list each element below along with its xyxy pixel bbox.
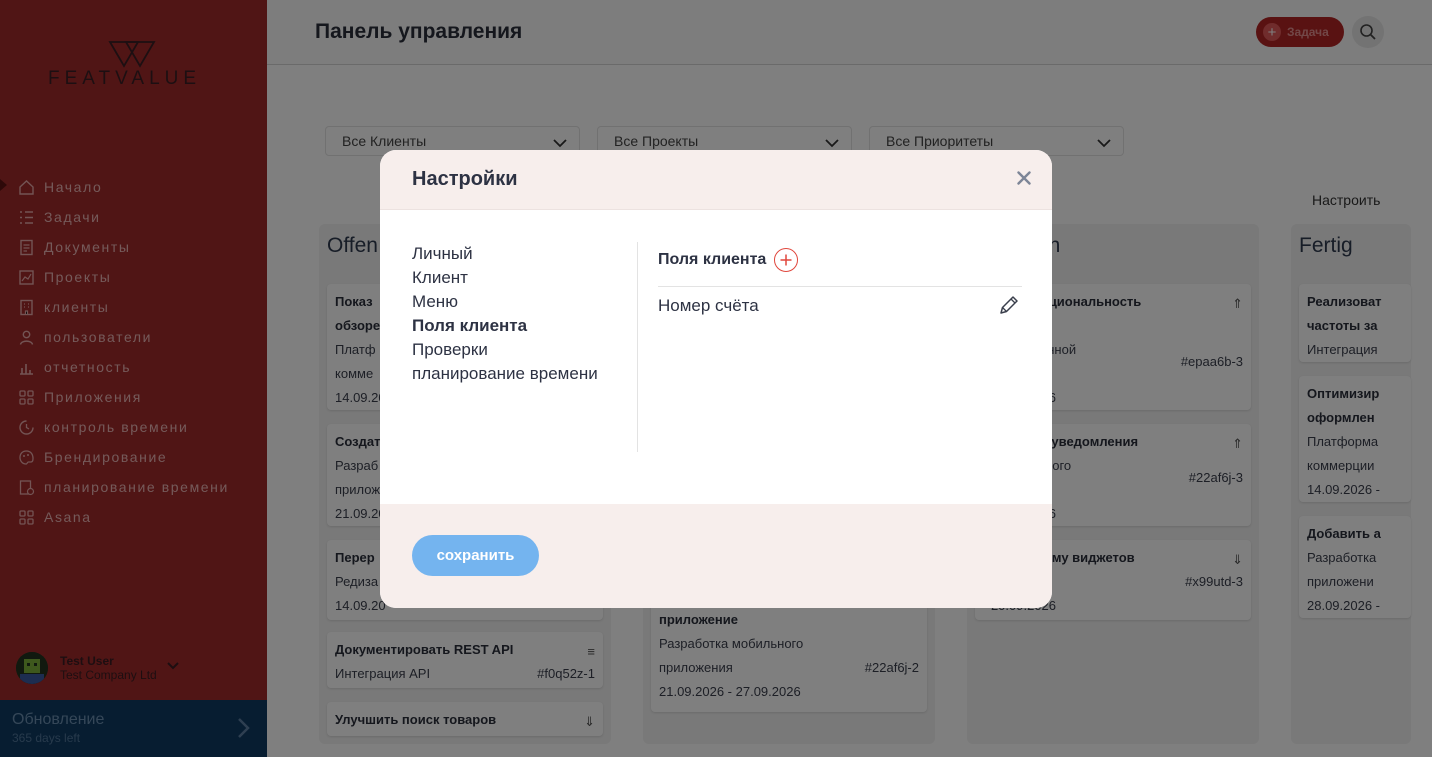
save-button[interactable]: сохранить [412, 535, 539, 576]
settings-modal: Настройки Личный Клиент Меню Поля клиент… [380, 150, 1052, 608]
settings-nav-client[interactable]: Клиент [412, 266, 638, 290]
close-button[interactable] [1012, 166, 1036, 190]
settings-nav-time-planning[interactable]: планирование времени [412, 362, 638, 386]
settings-nav-personal[interactable]: Личный [412, 242, 638, 266]
client-field-row: Номер счёта [658, 294, 1022, 320]
modal-footer: сохранить [380, 504, 1052, 608]
pencil-icon [1000, 296, 1018, 314]
settings-nav-menu[interactable]: Меню [412, 290, 638, 314]
client-fields-header: Поля клиента [658, 248, 799, 272]
section-title: Поля клиента [658, 251, 767, 268]
add-field-button[interactable] [774, 248, 799, 272]
settings-nav-client-fields[interactable]: Поля клиента [412, 314, 638, 338]
edit-field-button[interactable] [998, 294, 1022, 318]
settings-nav: Личный Клиент Меню Поля клиента Проверки… [412, 242, 638, 386]
modal-header: Настройки [380, 150, 1052, 210]
modal-title: Настройки [412, 168, 518, 190]
divider [658, 286, 1022, 287]
settings-nav-checks[interactable]: Проверки [412, 338, 638, 362]
client-field-name: Номер счёта [658, 296, 759, 315]
divider [637, 242, 638, 452]
plus-icon [780, 254, 792, 266]
close-icon [1017, 171, 1031, 185]
